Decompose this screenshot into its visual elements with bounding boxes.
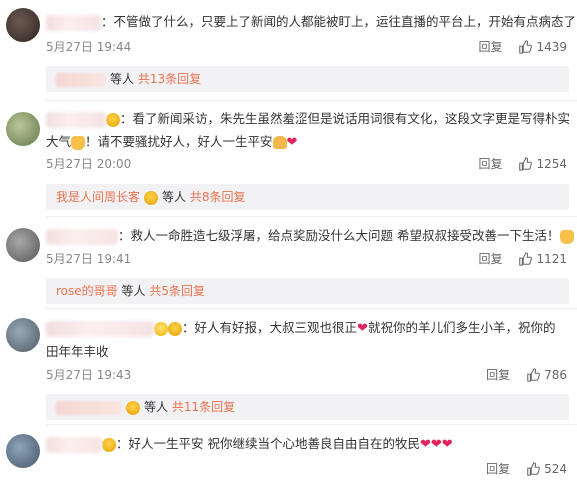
comment-body: 不管做了什么，只要上了新闻的人都能被盯上，运往直播的平台上，开始有点病态了 <box>113 14 577 29</box>
crown-emoji <box>102 437 116 452</box>
comment-text: ：好人一生平安 祝你继续当个心地善良自由自在的牧民❤❤❤ <box>46 432 565 456</box>
thumbs-emoji <box>71 135 86 150</box>
reply-summary[interactable]: 我是人间周长客 等人 共8条回复 <box>46 184 569 210</box>
timestamp: 5月27日 19:41 <box>46 252 132 266</box>
reply-summary[interactable]: rose的哥哥 等人 共5条回复 <box>46 278 569 304</box>
comment-body: 看了新闻采访，朱先生虽然羞涩但是说话用词很有文化，这段文字更是写得朴实 <box>132 111 571 126</box>
comment-text: ：不管做了什么，只要上了新闻的人都能被盯上，运往直播的平台上，开始有点病态了 <box>46 10 576 33</box>
reply-button[interactable]: 回复 <box>486 460 510 477</box>
thumbs-up-icon[interactable] <box>526 461 540 476</box>
username[interactable] <box>46 111 106 128</box>
comment-body-line2: 田年年丰收 <box>46 344 109 359</box>
timestamp: 5月27日 20:00 <box>46 157 132 171</box>
reply-button[interactable]: 回复 <box>478 155 502 172</box>
crown-emoji <box>106 112 120 127</box>
reply-summary-suffix: 等人 <box>121 284 146 298</box>
replier-name[interactable]: 我是人间周长客 <box>56 190 140 204</box>
avatar[interactable] <box>6 434 40 468</box>
divider <box>46 100 577 101</box>
avatar[interactable] <box>6 8 40 42</box>
avatar[interactable] <box>6 318 40 352</box>
reply-count-link[interactable]: 共13条回复 <box>138 72 201 86</box>
username[interactable] <box>46 228 118 245</box>
thumbs-emoji <box>559 229 574 244</box>
comment-actions: 回复 1121 <box>478 250 567 267</box>
thumbs-up-icon[interactable] <box>518 251 533 266</box>
comment-actions: 回复 1439 <box>478 38 567 55</box>
reply-button[interactable]: 回复 <box>478 250 502 267</box>
pray-emoji <box>272 136 287 149</box>
like-count: 1121 <box>536 251 567 266</box>
replier-name[interactable]: rose的哥哥 <box>56 284 118 298</box>
comment-body: 救人一命胜造七级浮屠，给点奖励没什么大问题 希望叔叔接受改善一下生活！ <box>130 228 560 243</box>
like-count: 786 <box>544 367 567 382</box>
like-count: 524 <box>544 461 567 476</box>
username[interactable] <box>46 436 102 453</box>
comment-text: ：看了新闻采访，朱先生虽然羞涩但是说话用词很有文化，这段文字更是写得朴实 <box>46 107 570 130</box>
comment-actions: 回复 524 <box>486 460 567 477</box>
like-count: 1254 <box>536 156 567 171</box>
heart-emoji: ❤ <box>357 321 368 336</box>
reply-summary-suffix: 等人 <box>110 72 135 86</box>
username[interactable] <box>46 320 154 337</box>
timestamp: 5月27日 19:43 <box>46 368 132 382</box>
crown-emoji <box>144 190 159 205</box>
like-count: 1439 <box>536 39 567 54</box>
crown-emoji <box>168 321 182 336</box>
reply-count-link[interactable]: 共8条回复 <box>190 190 246 204</box>
timestamp: 5月27日 19:44 <box>46 40 132 54</box>
reply-count-link[interactable]: 共5条回复 <box>149 284 205 298</box>
comment-text: ：好人有好报，大叔三观也很正❤就祝你的羊儿们多生小羊，祝你的 <box>46 316 565 340</box>
avatar[interactable] <box>6 228 40 262</box>
thumbs-up-icon[interactable] <box>518 39 533 54</box>
comment-body: 好人一生平安 祝你继续当个心地善良自由自在的牧民 <box>128 436 420 451</box>
comment-actions: 回复 786 <box>486 366 567 383</box>
comment-body: 好人有好报，大叔三观也很正 <box>194 320 358 335</box>
comment-body-continued: 就祝你的羊儿们多生小羊，祝你的 <box>367 320 556 335</box>
comment-actions: 回复 1254 <box>478 155 567 172</box>
crown-emoji <box>126 400 140 415</box>
replier-name[interactable] <box>56 72 106 87</box>
heart-emoji: ❤ <box>286 135 298 150</box>
heart-emoji: ❤❤❤ <box>420 437 453 452</box>
reply-summary-suffix: 等人 <box>162 190 187 204</box>
reply-summary[interactable]: 等人 共13条回复 <box>46 66 569 92</box>
divider <box>46 424 577 425</box>
comment-text-line2: 大气 ！请不要骚扰好人，好人一生平安 ❤ <box>46 130 565 154</box>
replier-name[interactable] <box>56 400 122 415</box>
divider <box>46 308 577 309</box>
comment-text-line2: 田年年丰收 <box>46 340 565 363</box>
comment-body-line2b: ！请不要骚扰好人，好人一生平安 <box>85 134 273 149</box>
comment-body-line2a: 大气 <box>46 134 72 149</box>
reply-button[interactable]: 回复 <box>486 366 510 383</box>
thumbs-up-icon[interactable] <box>518 156 533 171</box>
thumbs-up-icon[interactable] <box>526 367 540 382</box>
reply-summary-suffix: 等人 <box>144 400 169 414</box>
username[interactable] <box>46 14 101 31</box>
reply-summary[interactable]: 等人 共11条回复 <box>46 394 569 420</box>
divider <box>46 216 577 217</box>
reply-count-link[interactable]: 共11条回复 <box>172 400 235 414</box>
crown-emoji <box>154 321 168 336</box>
reply-button[interactable]: 回复 <box>478 38 502 55</box>
comment-text: ：救人一命胜造七级浮屠，给点奖励没什么大问题 希望叔叔接受改善一下生活！ <box>46 224 574 247</box>
avatar[interactable] <box>6 112 40 146</box>
